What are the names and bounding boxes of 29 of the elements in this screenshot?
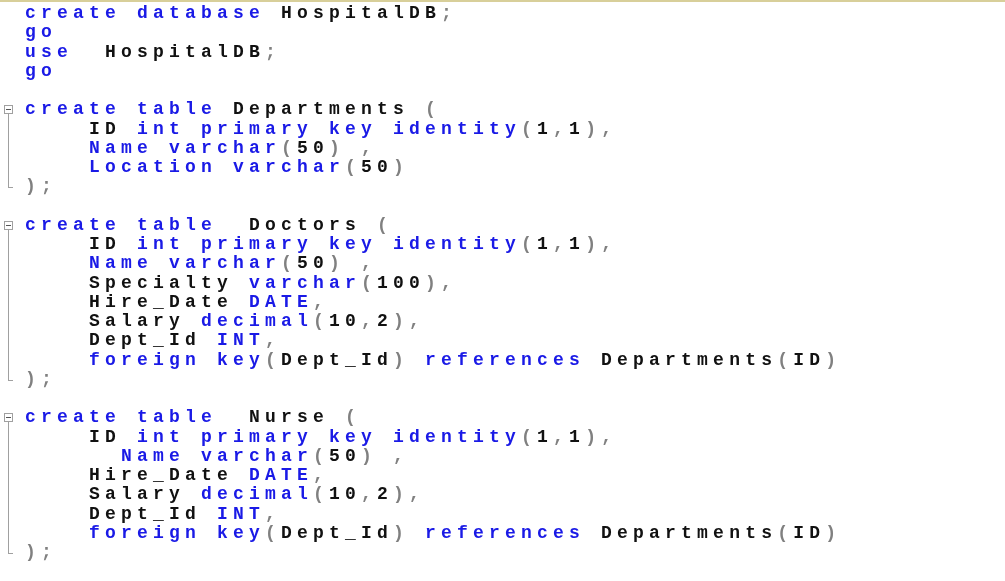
code-line: ID int primary key identity(1,1),: [88, 427, 618, 447]
code-line: Location varchar(50): [88, 158, 410, 178]
code-line: create table Departments (: [25, 100, 442, 120]
code-line: Dept_Id INT,: [88, 331, 282, 351]
code-line: go: [25, 23, 57, 43]
collapse-icon[interactable]: [4, 105, 13, 115]
code-line: create table Nurse (: [25, 408, 362, 428]
code-line: go: [25, 61, 57, 81]
code-line: Salary decimal(10,2),: [88, 485, 426, 505]
code-line: ID int primary key identity(1,1),: [88, 119, 618, 139]
collapse-icon[interactable]: [4, 413, 13, 423]
code-line: Hire_Date DATE,: [88, 466, 330, 486]
code-line: Specialty varchar(100),: [88, 273, 458, 293]
code-line: foreign key(Dept_Id) references Departments(ID): [88, 350, 842, 370]
code-line: create database HospitalDB;: [25, 4, 458, 24]
code-line: Salary decimal(10,2),: [88, 312, 426, 332]
code-line: use HospitalDB;: [25, 42, 282, 62]
code-line: ID int primary key identity(1,1),: [88, 235, 618, 255]
code-line: );: [25, 543, 57, 563]
code-line: );: [25, 177, 57, 197]
code-line: );: [25, 369, 57, 389]
code-line: foreign key(Dept_Id) references Departments(ID): [88, 523, 842, 543]
code-line: Name varchar(50) ,: [88, 138, 378, 158]
code-line: Dept_Id INT,: [88, 504, 282, 524]
code-line: Hire_Date DATE,: [88, 292, 330, 312]
code-line: Name varchar(50) ,: [120, 446, 410, 466]
collapse-icon[interactable]: [4, 220, 13, 230]
code-line: Name varchar(50) ,: [88, 254, 378, 274]
code-line: create table Doctors (: [25, 215, 394, 235]
